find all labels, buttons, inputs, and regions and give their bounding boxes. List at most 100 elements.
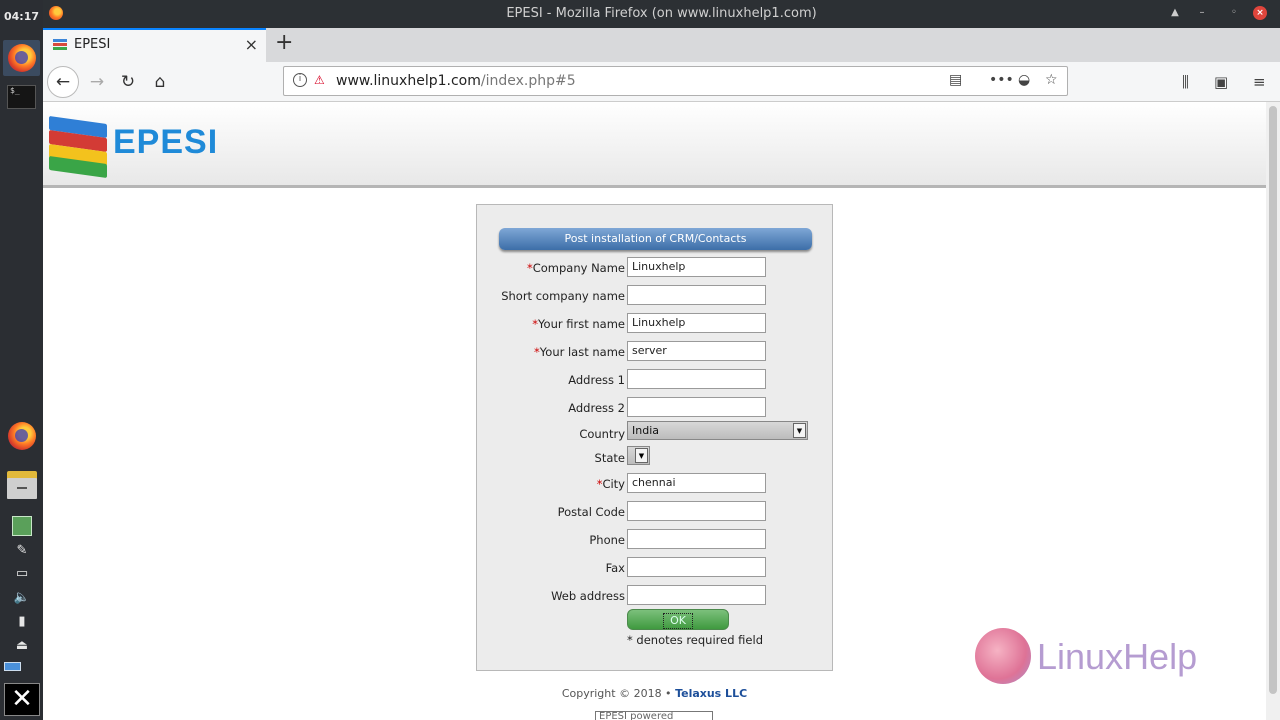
ok-button[interactable]: OK: [627, 609, 729, 630]
country-row: Country India ▼: [477, 421, 834, 443]
fax-input[interactable]: [627, 557, 766, 577]
country-select[interactable]: India ▼: [627, 421, 808, 440]
address1-label: Address 1: [568, 373, 625, 387]
watermark-text: LinuxHelp: [1037, 636, 1198, 677]
last-name-input[interactable]: server: [627, 341, 766, 361]
phone-label: Phone: [589, 533, 625, 547]
new-tab-button[interactable]: +: [275, 31, 293, 55]
eject-icon[interactable]: ⏏: [13, 637, 31, 655]
taskbar-firefox-active[interactable]: [3, 40, 40, 76]
library-icon[interactable]: ⫼: [1182, 73, 1189, 91]
close-window-button[interactable]: ×: [1253, 6, 1267, 20]
linuxhelp-watermark: LinuxHelp: [975, 628, 1235, 686]
short-company-name-label: Short company name: [501, 289, 625, 303]
firefox-icon: [8, 44, 36, 72]
workspace-indicator[interactable]: [4, 662, 21, 671]
setup-form-panel: Post installation of CRM/Contacts *Compa…: [476, 204, 833, 671]
reload-icon[interactable]: ↻: [114, 68, 142, 96]
required-note: * denotes required field: [627, 633, 763, 647]
back-icon[interactable]: ←: [47, 66, 79, 98]
url-text[interactable]: www.linuxhelp1.com/index.php#5: [336, 73, 576, 89]
city-row: *City chennai: [477, 473, 834, 495]
company-name-input[interactable]: Linuxhelp: [627, 257, 766, 277]
url-domain: www.linuxhelp1.com: [336, 73, 481, 89]
tab-epesi[interactable]: EPESI ×: [43, 28, 266, 62]
package-icon[interactable]: [12, 516, 32, 536]
web-address-label: Web address: [551, 589, 625, 603]
state-row: State ▼: [477, 446, 834, 468]
pocket-icon[interactable]: ◒: [1018, 72, 1030, 88]
postal-code-row: Postal Code: [477, 501, 834, 523]
short-company-name-row: Short company name: [477, 285, 834, 307]
tab-label: EPESI: [74, 37, 111, 52]
postal-code-input[interactable]: [627, 501, 766, 521]
last-name-label: *Your last name: [534, 345, 625, 359]
linuxhelp-logo-icon: [975, 628, 1031, 684]
epesi-logo-text: EPESI: [113, 123, 219, 161]
navigation-toolbar: ← → ↻ ⌂ i ⚠ www.linuxhelp1.com/index.php…: [43, 62, 1280, 102]
state-label: State: [594, 451, 625, 465]
city-input[interactable]: chennai: [627, 473, 766, 493]
display-icon[interactable]: ▭: [13, 565, 31, 583]
chevron-down-icon[interactable]: ▼: [635, 448, 648, 463]
address2-input[interactable]: [627, 397, 766, 417]
terminal-icon[interactable]: $_: [7, 85, 36, 109]
first-name-label: *Your first name: [532, 317, 625, 331]
address1-input[interactable]: [627, 369, 766, 389]
url-bar[interactable]: i ⚠ www.linuxhelp1.com/index.php#5 ▤ •••…: [283, 66, 1068, 96]
phone-input[interactable]: [627, 529, 766, 549]
firefox-launcher-icon[interactable]: [8, 422, 36, 450]
address1-row: Address 1: [477, 369, 834, 391]
form-title: Post installation of CRM/Contacts: [499, 228, 812, 250]
more-icon[interactable]: •••: [989, 72, 1014, 88]
shade-button[interactable]: ▲: [1168, 6, 1182, 20]
first-name-input[interactable]: Linuxhelp: [627, 313, 766, 333]
state-select[interactable]: ▼: [627, 446, 650, 465]
insecure-icon[interactable]: ⚠: [314, 73, 326, 87]
bookmark-star-icon[interactable]: ☆: [1045, 72, 1058, 88]
page-content: EPESI Post installation of CRM/Contacts …: [43, 102, 1266, 720]
copyright-text: Copyright © 2018 •: [561, 687, 672, 700]
fax-label: Fax: [605, 561, 625, 575]
window-titlebar: EPESI - Mozilla Firefox (on www.linuxhel…: [43, 0, 1280, 28]
forward-icon[interactable]: →: [83, 68, 111, 96]
clock: 04:17: [3, 10, 39, 23]
info-icon[interactable]: i: [293, 73, 307, 87]
file-manager-icon[interactable]: [7, 471, 37, 499]
minimize-button[interactable]: –: [1195, 6, 1209, 20]
address2-row: Address 2: [477, 397, 834, 419]
tab-strip: EPESI × +: [43, 28, 1280, 62]
phone-row: Phone: [477, 529, 834, 551]
ok-label: OK: [663, 613, 693, 629]
city-label: *City: [596, 477, 625, 491]
company-name-label: *Company Name: [526, 261, 625, 275]
menu-icon[interactable]: ≡: [1253, 73, 1266, 91]
battery-icon[interactable]: ▮: [13, 613, 31, 631]
sidebar-icon[interactable]: ▣: [1214, 73, 1228, 91]
reader-icon[interactable]: ▤: [949, 72, 962, 88]
volume-icon[interactable]: 🔈: [13, 589, 31, 607]
postal-code-label: Postal Code: [557, 505, 625, 519]
paperclip-icon[interactable]: ✎: [13, 542, 31, 560]
last-name-row: *Your last name server: [477, 341, 834, 363]
chevron-down-icon[interactable]: ▼: [793, 423, 806, 438]
maximize-button[interactable]: ◦: [1227, 6, 1241, 20]
epesi-logo-icon: [49, 115, 107, 179]
window-title: EPESI - Mozilla Firefox (on www.linuxhel…: [506, 6, 817, 21]
vertical-scrollbar[interactable]: [1266, 102, 1280, 720]
home-icon[interactable]: ⌂: [146, 68, 174, 96]
tab-close-icon[interactable]: ×: [245, 35, 258, 54]
epesi-header: EPESI: [43, 102, 1266, 188]
copyright-line: Copyright © 2018 • Telaxus LLC: [43, 687, 1266, 700]
fax-row: Fax: [477, 557, 834, 579]
telaxus-link[interactable]: Telaxus LLC: [675, 687, 747, 700]
web-address-row: Web address: [477, 585, 834, 607]
epesi-powered-badge[interactable]: EPESI powered: [595, 711, 713, 720]
address2-label: Address 2: [568, 401, 625, 415]
short-company-name-input[interactable]: [627, 285, 766, 305]
country-label: Country: [579, 427, 625, 441]
company-name-row: *Company Name Linuxhelp: [477, 257, 834, 279]
scrollbar-thumb[interactable]: [1269, 106, 1277, 694]
web-address-input[interactable]: [627, 585, 766, 605]
start-menu-icon[interactable]: ✕: [4, 683, 40, 716]
